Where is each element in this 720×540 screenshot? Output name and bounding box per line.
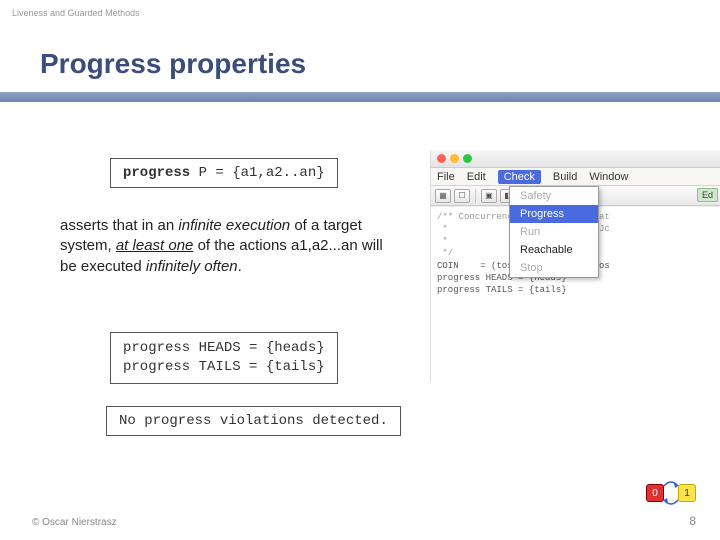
emphasis: infinitely often	[146, 258, 238, 275]
window-titlebar	[431, 150, 720, 168]
menu-item-stop[interactable]: Stop	[510, 259, 598, 277]
window-minimize-icon[interactable]	[450, 154, 459, 163]
toolbar-button[interactable]: ▦	[435, 189, 451, 203]
fsp-node-0: 0	[646, 484, 664, 502]
toolbar-button[interactable]: ☐	[454, 189, 470, 203]
text: .	[238, 258, 242, 275]
title-divider	[0, 92, 720, 102]
check-dropdown: Safety Progress Run Reachable Stop	[509, 186, 599, 278]
code-line: progress HEADS = {heads}	[123, 339, 325, 358]
menu-file[interactable]: File	[437, 171, 455, 183]
progress-definition-box: progress P = {a1,a2..an}	[110, 158, 338, 188]
menu-window[interactable]: Window	[589, 171, 628, 183]
page-title: Progress properties	[40, 48, 306, 80]
result-text: No progress violations detected.	[119, 413, 388, 429]
code-line: progress TAILS = {tails}	[123, 358, 325, 377]
menu-check[interactable]: Check	[498, 170, 541, 184]
menu-item-progress[interactable]: Progress	[510, 205, 598, 223]
menu-edit[interactable]: Edit	[467, 171, 486, 183]
menu-build[interactable]: Build	[553, 171, 577, 183]
fsp-node-1: 1	[678, 484, 696, 502]
toolbar-separator	[475, 189, 476, 203]
fsp-logo: 0 1	[644, 480, 698, 506]
text: asserts that in an	[60, 217, 178, 234]
editor-line: progress TAILS = {tails}	[437, 284, 714, 296]
app-screenshot: File Edit Check Build Window Safety Prog…	[430, 150, 720, 382]
keyword: progress	[123, 165, 190, 181]
result-box: No progress violations detected.	[106, 406, 401, 436]
menubar: File Edit Check Build Window Safety Prog…	[431, 168, 720, 186]
progress-examples-box: progress HEADS = {heads} progress TAILS …	[110, 332, 338, 384]
window-close-icon[interactable]	[437, 154, 446, 163]
body-paragraph: asserts that in an infinite execution of…	[60, 216, 400, 277]
menu-item-run[interactable]: Run	[510, 223, 598, 241]
menu-item-reachable[interactable]: Reachable	[510, 241, 598, 259]
toolbar-button[interactable]: ▣	[481, 189, 497, 203]
slide: Liveness and Guarded Methods Progress pr…	[0, 0, 720, 540]
editor-tab-label[interactable]: Ed	[697, 188, 718, 202]
window-zoom-icon[interactable]	[463, 154, 472, 163]
emphasis: infinite execution	[178, 217, 290, 234]
menu-item-safety[interactable]: Safety	[510, 187, 598, 205]
footer-credit: © Oscar Nierstrasz	[32, 517, 117, 528]
page-number: 8	[689, 514, 696, 528]
breadcrumb: Liveness and Guarded Methods	[12, 8, 140, 18]
emphasis-underline: at least one	[116, 237, 194, 254]
code-text: P = {a1,a2..an}	[190, 165, 324, 181]
